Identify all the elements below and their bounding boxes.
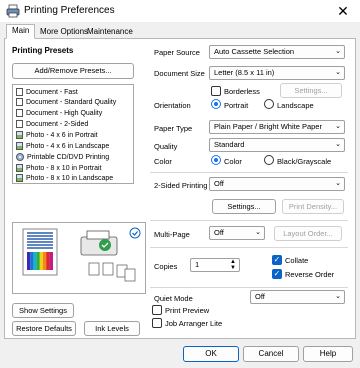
multi-page-label: Multi-Page [154, 230, 190, 239]
chevron-down-icon: ⌄ [255, 229, 261, 236]
ok-button[interactable]: OK [183, 346, 239, 362]
divider [150, 247, 348, 248]
chevron-down-icon: ⌄ [335, 293, 341, 300]
paper-source-label: Paper Source [154, 48, 200, 57]
two-sided-settings-button[interactable]: Settings... [212, 199, 276, 214]
color-option-label: Color [224, 157, 242, 166]
print-preview-checkbox[interactable] [152, 305, 162, 315]
title-bar: Printing Preferences ✕ [0, 0, 360, 22]
chevron-down-icon: ⌄ [335, 141, 341, 148]
photo-icon [16, 174, 23, 182]
landscape-label: Landscape [277, 101, 314, 110]
job-arranger-label: Job Arranger Lite [165, 319, 223, 328]
print-density-button[interactable]: Print Density... [282, 199, 344, 214]
photo-icon [16, 164, 23, 172]
paper-type-dropdown[interactable]: Plain Paper / Bright White Paper ⌄ [209, 120, 345, 134]
disc-icon [16, 153, 24, 161]
copies-stepper[interactable]: 1 ▲ ▼ [190, 258, 240, 272]
divider [150, 287, 348, 288]
borderless-settings-button[interactable]: Settings... [280, 83, 342, 98]
paper-source-dropdown[interactable]: Auto Cassette Selection ⌄ [209, 45, 345, 59]
cancel-button[interactable]: Cancel [243, 346, 299, 362]
quiet-mode-label: Quiet Mode [154, 294, 193, 303]
document-icon [16, 109, 23, 117]
portrait-label: Portrait [224, 101, 249, 110]
copies-label: Copies [154, 262, 178, 271]
quality-dropdown[interactable]: Standard ⌄ [209, 138, 345, 152]
close-icon[interactable]: ✕ [334, 2, 352, 20]
photo-icon [16, 131, 23, 139]
printer-icon [6, 4, 20, 18]
two-sided-label: 2-Sided Printing [154, 181, 208, 190]
chevron-down-icon: ⌄ [335, 180, 341, 187]
reverse-order-checkbox[interactable]: ✓ [272, 269, 282, 279]
two-sided-dropdown[interactable]: Off ⌄ [209, 177, 345, 191]
document-size-dropdown[interactable]: Letter (8.5 x 11 in) ⌄ [209, 66, 345, 80]
color-label: Color [154, 157, 172, 166]
quiet-mode-dropdown[interactable]: Off ⌄ [250, 290, 345, 304]
list-item[interactable]: Document - Fast [16, 87, 78, 97]
spinner-icon: ▲ ▼ [230, 259, 236, 271]
tab-maintenance[interactable]: Maintenance [81, 25, 139, 38]
document-size-label: Document Size [154, 69, 205, 78]
divider [150, 220, 348, 221]
chevron-down-icon: ⌄ [335, 69, 341, 76]
quality-label: Quality [154, 142, 178, 151]
list-item[interactable]: Photo - 4 x 6 in Landscape [16, 141, 109, 151]
multi-page-dropdown[interactable]: Off ⌄ [209, 226, 265, 240]
list-item[interactable]: Document - 2-Sided [16, 119, 88, 129]
document-icon [16, 120, 23, 128]
black-grayscale-radio[interactable] [264, 155, 274, 165]
job-arranger-checkbox[interactable] [152, 318, 162, 328]
list-item[interactable]: Document - Standard Quality [16, 97, 116, 107]
print-preview-label: Print Preview [165, 306, 210, 315]
layout-order-button[interactable]: Layout Order... [274, 226, 342, 241]
black-grayscale-label: Black/Grayscale [277, 157, 332, 166]
document-icon [16, 88, 23, 96]
presets-title: Printing Presets [12, 46, 74, 55]
chevron-down-icon: ⌄ [335, 123, 341, 130]
borderless-label: Borderless [224, 87, 260, 96]
list-item[interactable]: Photo - 8 x 10 in Landscape [16, 173, 113, 183]
divider [150, 172, 348, 173]
photo-icon [16, 142, 23, 150]
chevron-down-icon: ⌄ [335, 48, 341, 55]
reverse-order-label: Reverse Order [285, 270, 335, 279]
ink-levels-button[interactable]: Ink Levels [84, 321, 140, 336]
landscape-radio[interactable] [264, 99, 274, 109]
tab-main[interactable]: Main [6, 24, 36, 39]
collate-checkbox[interactable]: ✓ [272, 255, 282, 265]
orientation-label: Orientation [154, 101, 191, 110]
add-remove-presets-button[interactable]: Add/Remove Presets... [12, 63, 134, 79]
color-radio[interactable] [211, 155, 221, 165]
restore-defaults-button[interactable]: Restore Defaults [12, 321, 76, 336]
presets-list[interactable]: Document - Fast Document - Standard Qual… [12, 84, 134, 184]
borderless-checkbox[interactable] [211, 86, 221, 96]
document-icon [16, 98, 23, 106]
preview-graphic [22, 227, 141, 282]
window-title: Printing Preferences [24, 5, 115, 16]
list-item[interactable]: Photo - 8 x 10 in Portrait [16, 163, 101, 173]
list-item[interactable]: Document - High Quality [16, 108, 102, 118]
collate-label: Collate [285, 256, 309, 265]
portrait-radio[interactable] [211, 99, 221, 109]
print-preview-illustration [12, 222, 146, 294]
list-item[interactable]: Printable CD/DVD Printing [16, 152, 109, 162]
paper-type-label: Paper Type [154, 124, 193, 133]
list-item[interactable]: Photo - 4 x 6 in Portrait [16, 130, 98, 140]
show-settings-button[interactable]: Show Settings [12, 303, 74, 318]
help-button[interactable]: Help [303, 346, 353, 362]
